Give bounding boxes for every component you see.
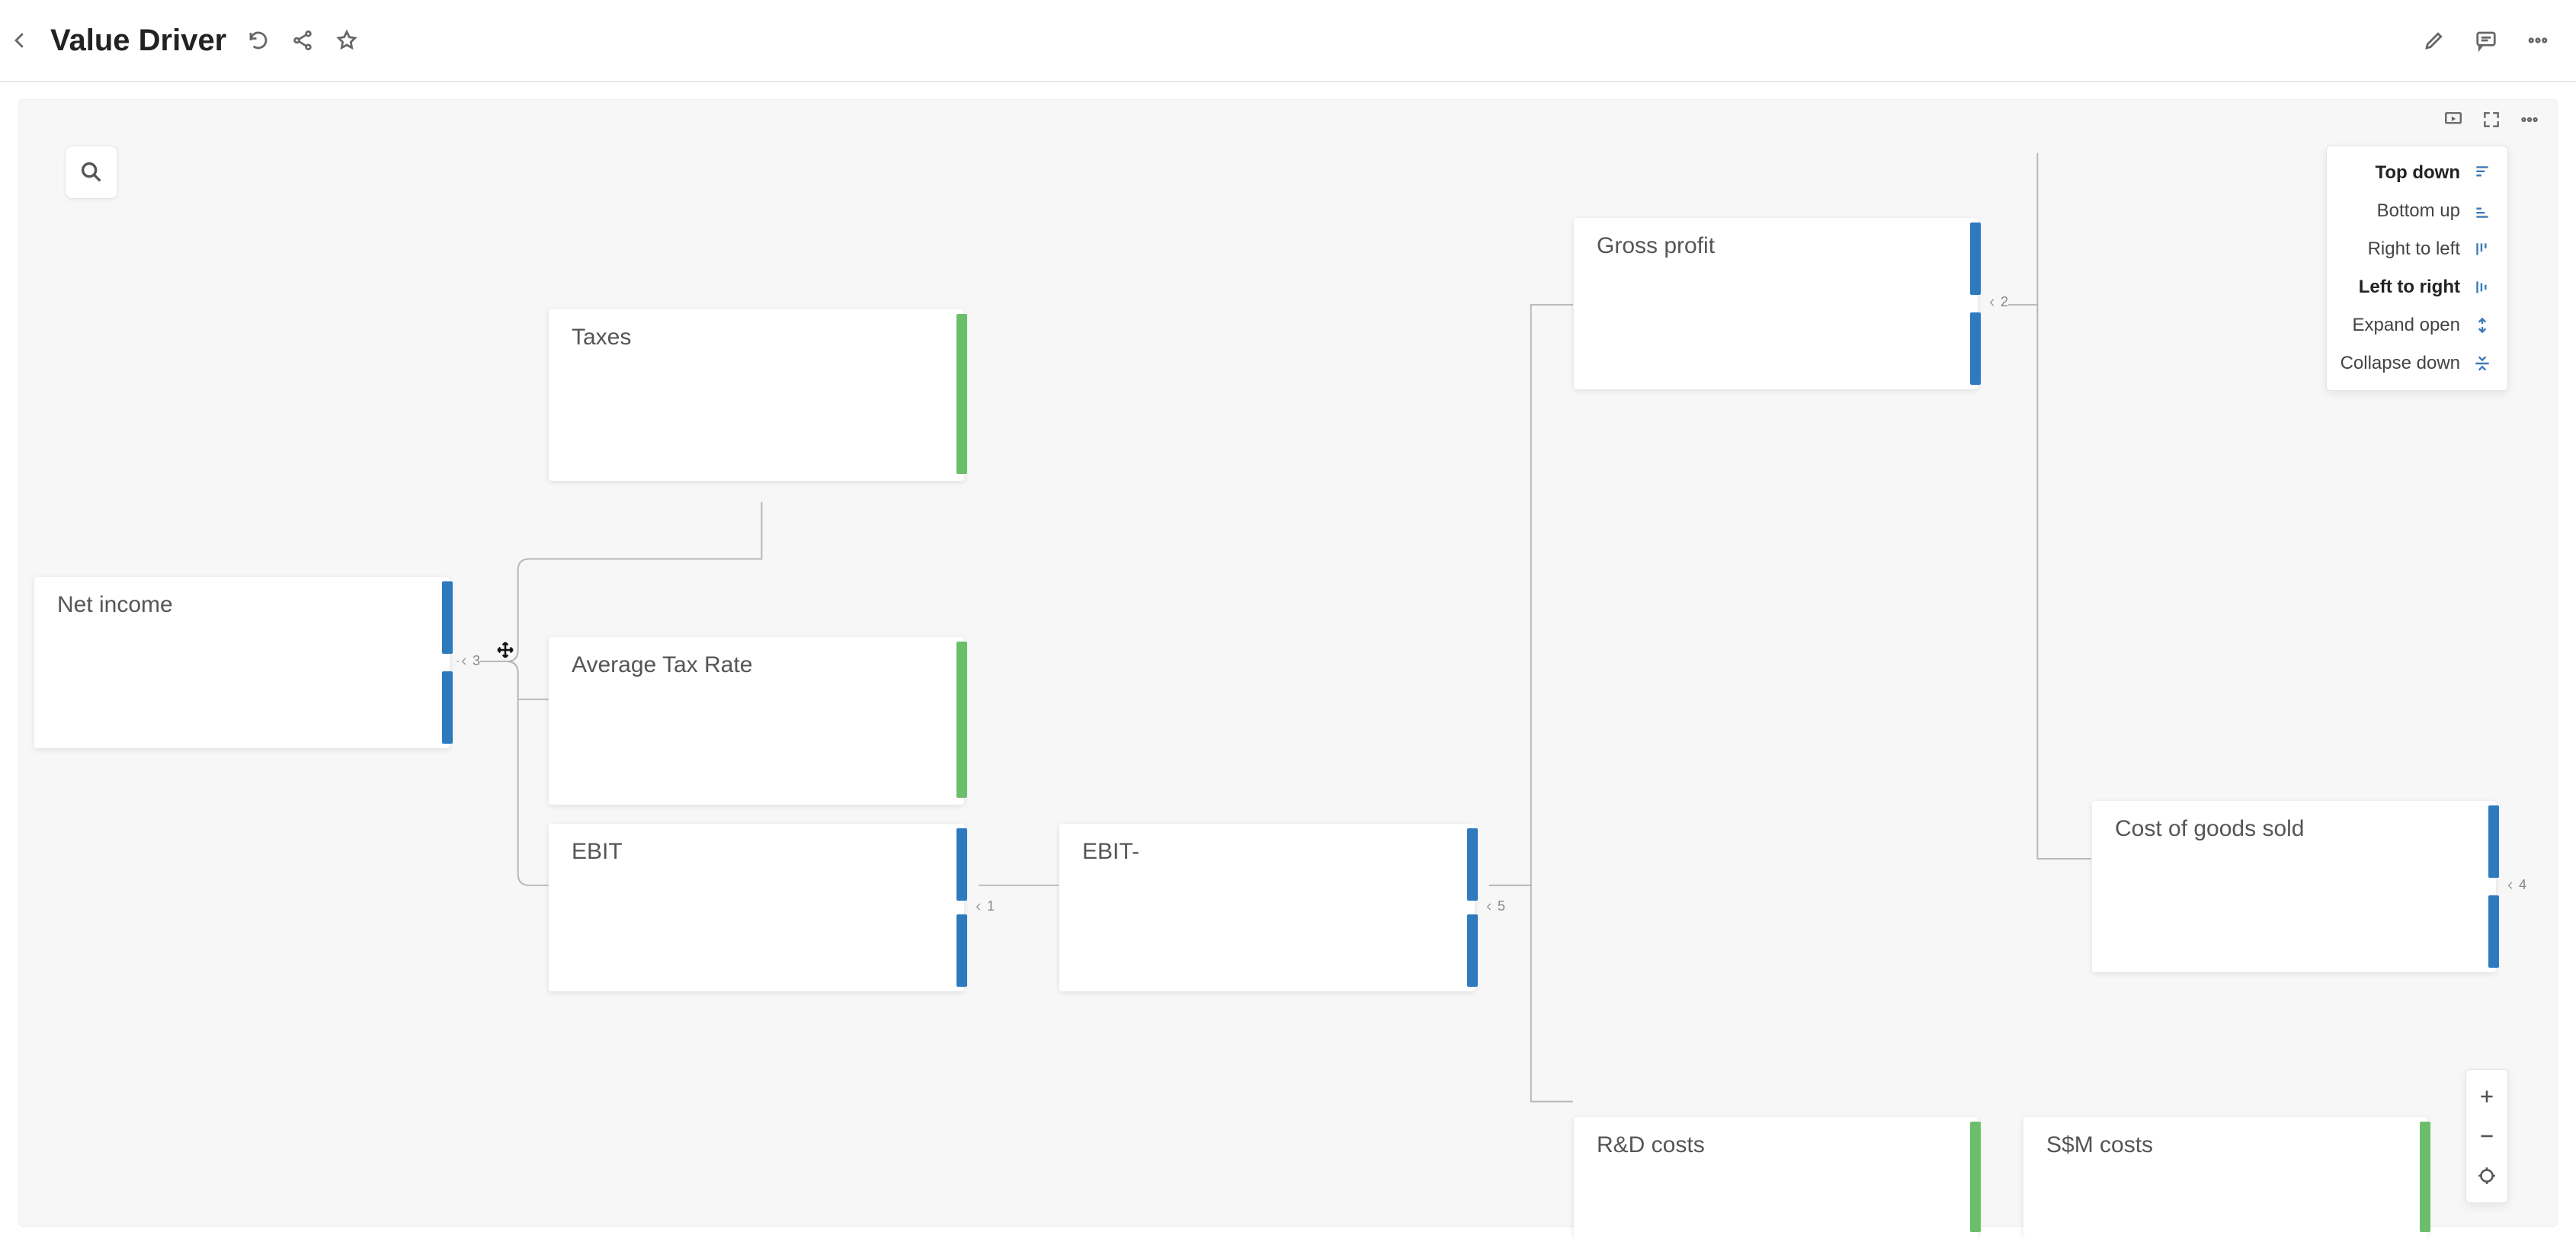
topbar-right-icons <box>2419 25 2553 56</box>
node-handle[interactable] <box>1970 312 1981 385</box>
share-icon <box>291 29 314 52</box>
node-handle[interactable] <box>956 314 967 474</box>
pencil-icon <box>2423 29 2446 52</box>
chevron-left-icon <box>973 901 984 912</box>
star-icon <box>335 29 358 52</box>
node-label: Average Tax Rate <box>572 652 752 678</box>
node-sm-costs[interactable]: S$M costs <box>2023 1117 2427 1239</box>
badge-count: 3 <box>473 653 480 669</box>
node-gross-profit[interactable]: Gross profit 2 <box>1574 218 1978 389</box>
node-handle[interactable] <box>2488 895 2499 968</box>
node-label: Gross profit <box>1597 233 1715 259</box>
node-handle[interactable] <box>956 828 967 901</box>
node-label: Cost of goods sold <box>2115 816 2304 842</box>
favorite-button[interactable] <box>332 25 362 56</box>
node-handle[interactable] <box>442 671 453 744</box>
node-taxes[interactable]: Taxes <box>549 309 964 481</box>
node-label: EBIT <box>572 839 623 865</box>
node-label: S$M costs <box>2046 1132 2153 1158</box>
node-rd-costs[interactable]: R&D costs <box>1574 1117 1978 1239</box>
expand-badge[interactable]: 5 <box>1484 898 1505 914</box>
back-button[interactable] <box>5 25 35 56</box>
node-label: Taxes <box>572 325 631 351</box>
canvas-stage[interactable]: Top down Bottom up Right to left Left to… <box>18 99 2558 1227</box>
page-title: Value Driver <box>50 24 226 58</box>
node-avg-tax-rate[interactable]: Average Tax Rate <box>549 637 964 805</box>
expand-badge[interactable]: 3 <box>459 653 480 669</box>
refresh-icon <box>247 29 270 52</box>
top-bar: Value Driver <box>0 0 2576 82</box>
node-label: EBIT- <box>1082 839 1139 865</box>
node-handle[interactable] <box>1467 828 1478 901</box>
node-handle[interactable] <box>956 642 967 798</box>
refresh-button[interactable] <box>243 25 274 56</box>
chevron-left-icon <box>8 29 31 52</box>
chevron-left-icon <box>1484 901 1495 912</box>
node-handle[interactable] <box>2420 1122 2430 1232</box>
node-net-income[interactable]: Net income 3 <box>34 577 450 748</box>
node-handle[interactable] <box>442 581 453 654</box>
comment-icon <box>2475 29 2498 52</box>
node-handle[interactable] <box>1467 914 1478 987</box>
expand-badge[interactable]: 1 <box>973 898 995 914</box>
expand-badge[interactable]: 2 <box>1987 294 2008 310</box>
badge-count: 2 <box>2001 294 2008 310</box>
move-cursor-icon <box>493 638 517 662</box>
badge-count: 5 <box>1498 898 1505 914</box>
badge-count: 1 <box>987 898 995 914</box>
chevron-left-icon <box>459 656 469 667</box>
node-ebit-dash[interactable]: EBIT- 5 <box>1059 824 1475 991</box>
node-handle[interactable] <box>956 914 967 987</box>
edit-button[interactable] <box>2419 25 2449 56</box>
badge-count: 4 <box>2519 877 2526 893</box>
chevron-left-icon <box>2505 880 2516 891</box>
node-cogs[interactable]: Cost of goods sold 4 <box>2092 801 2496 972</box>
comments-button[interactable] <box>2471 25 2501 56</box>
node-label: Net income <box>57 592 173 618</box>
title-icon-group <box>243 25 362 56</box>
node-label: R&D costs <box>1597 1132 1705 1158</box>
chevron-left-icon <box>1987 297 1998 308</box>
node-handle[interactable] <box>1970 1122 1981 1232</box>
more-horizontal-icon <box>2526 29 2549 52</box>
node-ebit[interactable]: EBIT 1 <box>549 824 964 991</box>
diagram-canvas[interactable]: Net income 3 Taxes Average Tax Rate EBIT <box>19 100 2557 1226</box>
more-button[interactable] <box>2523 25 2553 56</box>
node-handle[interactable] <box>1970 223 1981 295</box>
node-handle[interactable] <box>2488 805 2499 878</box>
expand-badge[interactable]: 4 <box>2505 877 2526 893</box>
share-button[interactable] <box>287 25 318 56</box>
